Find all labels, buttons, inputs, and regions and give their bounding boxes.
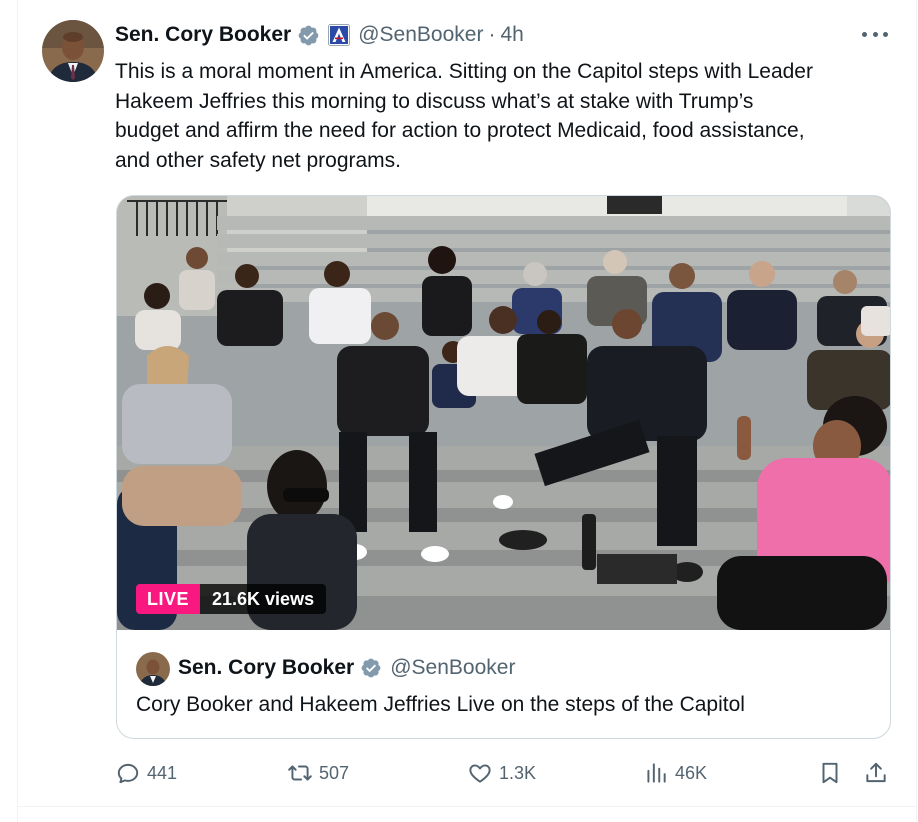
author-handle[interactable]: @SenBooker [358,23,483,47]
view-count: 46K [675,762,708,783]
tweet-text-line: and other safety net programs. [115,148,401,172]
timeline-left-border [17,0,18,822]
card-author-avatar[interactable] [136,652,170,686]
repost-icon [287,760,313,786]
broadcast-title[interactable]: Cory Booker and Hakeem Jeffries Live on … [136,693,745,717]
share-button[interactable] [863,758,889,788]
author-avatar[interactable] [42,20,104,82]
card-author-handle[interactable]: @SenBooker [390,656,515,680]
verified-badge-icon[interactable] [297,24,320,47]
broadcast-card[interactable]: LIVE 21.6K views Sen. Cory Booker @SenBo… [116,195,891,739]
header-separator: · [488,23,496,46]
tweet-header: Sen. Cory Booker @SenBooker · 4h [115,21,524,49]
tweet-timestamp[interactable]: 4h [500,23,523,47]
live-view-count: 21.6K views [200,584,327,614]
heart-icon [467,760,493,786]
verified-badge-icon[interactable] [360,657,382,679]
tweet-text-line: budget and affirm the need for action to… [115,119,805,142]
live-badge: LIVE 21.6K views [136,584,327,614]
reply-button[interactable]: 441 [115,758,177,788]
tweet-text-line: Hakeem Jeffries this morning to discuss … [115,89,754,113]
timeline-right-border [916,0,917,822]
like-button[interactable]: 1.3K [467,758,536,788]
live-label: LIVE [136,584,201,614]
like-count: 1.3K [499,762,537,783]
tweet-text: This is a moral moment in America. Sitti… [115,57,905,175]
share-icon [863,760,889,786]
bookmark-button[interactable] [817,758,843,788]
reply-icon [115,760,141,786]
tweet-text-line: This is a moral moment in America. Sitti… [115,60,813,83]
reply-count: 441 [147,762,178,783]
broadcast-video[interactable]: LIVE 21.6K views [117,196,890,630]
us-senate-affiliation-icon[interactable] [328,24,351,46]
card-author-name[interactable]: Sen. Cory Booker [178,656,354,680]
views-button[interactable]: 46K [643,758,707,788]
author-name[interactable]: Sen. Cory Booker [115,23,291,47]
repost-count: 507 [319,762,350,783]
broadcast-card-footer[interactable]: Sen. Cory Booker @SenBooker Cory Booker … [117,630,890,738]
bookmark-icon [817,760,843,786]
tweet-bottom-divider [17,806,917,807]
repost-button[interactable]: 507 [287,758,349,788]
card-header: Sen. Cory Booker @SenBooker [178,654,515,682]
analytics-icon [643,760,669,786]
tweet-actions: 441 507 1.3K 46K [115,758,895,788]
more-dots-icon[interactable] [862,24,888,44]
